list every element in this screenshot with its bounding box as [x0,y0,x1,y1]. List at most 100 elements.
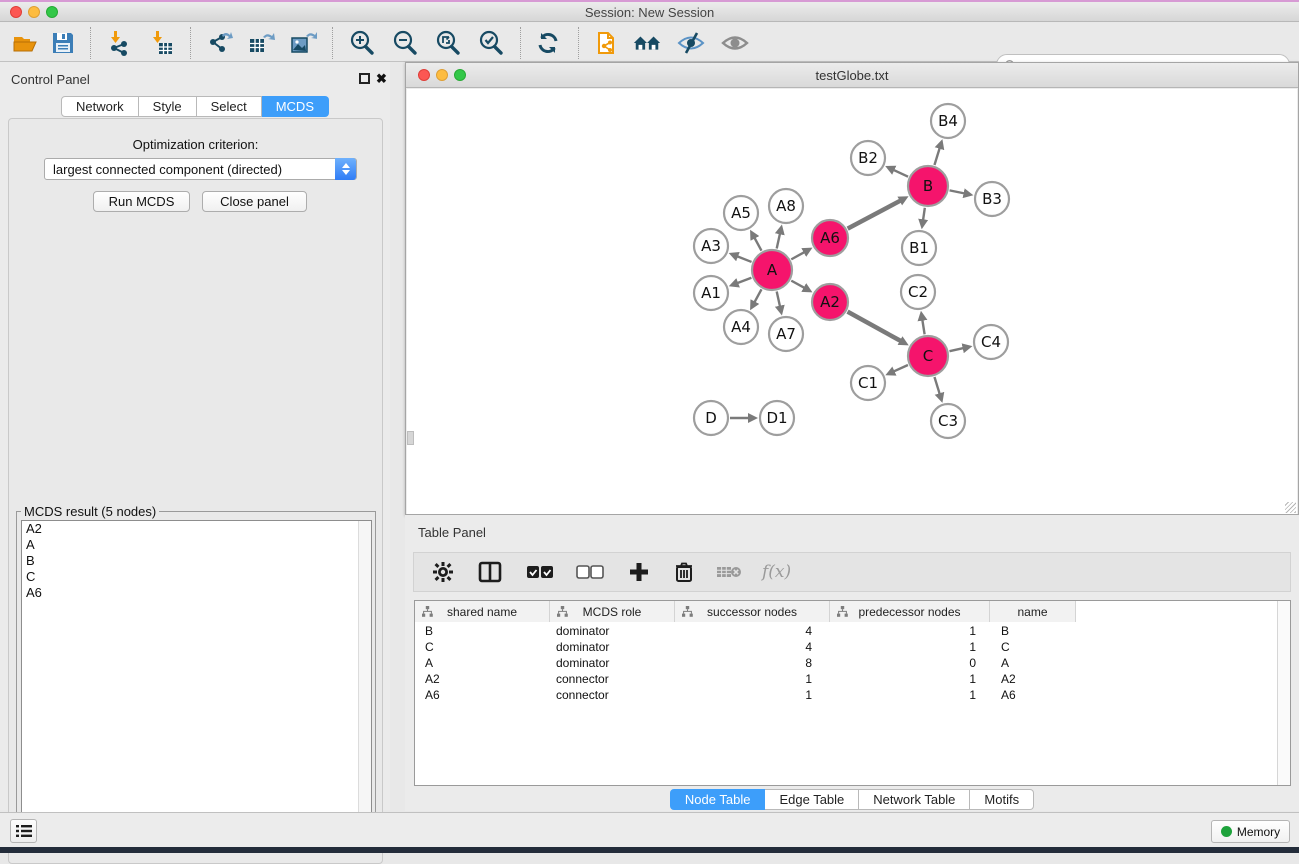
cell-name: B [990,624,1076,638]
network-window-titlebar[interactable]: testGlobe.txt [406,63,1298,88]
close-panel-icon[interactable]: ✖ [376,71,387,87]
column-header-predecessor-nodes[interactable]: predecessor nodes [830,601,990,622]
node-label-A3: A3 [701,237,721,255]
desktop-background-strip [0,847,1299,853]
network-graph[interactable]: B4B2BB3A8A5A6A3B1AA1C2A2A4A7C4CC1C3DD1 [407,89,1297,514]
result-list-item[interactable]: B [22,553,371,569]
edge-C-C1[interactable] [893,365,908,372]
zoom-out-icon[interactable] [390,28,420,58]
edge-A-A6[interactable] [791,252,805,260]
float-panel-icon[interactable] [359,73,370,84]
edge-B-B1[interactable] [923,208,925,222]
houses-icon[interactable] [632,28,662,58]
open-folder-icon[interactable] [10,28,40,58]
node-label-A7: A7 [776,325,796,343]
table-scrollbar[interactable] [1277,601,1290,785]
table-tab-motifs[interactable]: Motifs [970,789,1034,810]
memory-button[interactable]: Memory [1211,820,1290,843]
node-table[interactable]: shared nameMCDS rolesuccessor nodesprede… [414,600,1291,786]
tab-network[interactable]: Network [61,96,139,117]
zoom-in-icon[interactable] [347,28,377,58]
tab-style[interactable]: Style [139,96,197,117]
run-mcds-button[interactable]: Run MCDS [93,191,190,212]
edge-A-A1[interactable] [736,278,751,284]
delete-table-icon[interactable] [716,559,742,585]
network-canvas[interactable]: B4B2BB3A8A5A6A3B1AA1C2A2A4A7C4CC1C3DD1 [407,89,1297,514]
result-list-item[interactable]: A [22,537,371,553]
canvas-scrollbar-stub[interactable] [407,431,414,445]
edge-B-B3[interactable] [950,190,966,193]
mcds-result-list[interactable]: A2ABCA6 [21,520,372,846]
result-list-item[interactable]: A2 [22,521,371,537]
edge-A-A7[interactable] [777,291,781,307]
column-header-successor-nodes[interactable]: successor nodes [675,601,830,622]
refresh-view-icon[interactable] [533,28,563,58]
select-stepper-icon [335,158,356,180]
settings-gear-icon[interactable] [432,559,454,585]
zoom-fit-icon[interactable] [433,28,463,58]
node-label-C3: C3 [938,412,958,430]
tab-select[interactable]: Select [197,96,262,117]
import-network-icon[interactable] [104,28,134,58]
edge-A-A5[interactable] [754,237,762,251]
node-label-A5: A5 [731,204,751,222]
select-all-checkboxes-icon[interactable] [526,559,554,585]
edge-A-A2[interactable] [791,281,805,289]
toggle-columns-icon[interactable] [478,559,502,585]
table-row[interactable]: A2connector11A2 [415,671,1276,687]
import-table-icon[interactable] [146,28,176,58]
edge-A-A3[interactable] [736,256,751,262]
cell-successor-nodes: 4 [675,640,830,654]
node-label-A1: A1 [701,284,721,302]
edge-B-B2[interactable] [892,169,908,176]
table-tab-node-table[interactable]: Node Table [670,789,766,810]
deselect-all-checkboxes-icon[interactable] [576,559,604,585]
table-tab-edge-table[interactable]: Edge Table [765,789,859,810]
cell-shared-name: A6 [415,688,550,702]
window-resize-handle[interactable] [1285,502,1296,513]
export-image-icon[interactable] [288,28,318,58]
edge-C-C3[interactable] [934,377,940,395]
edge-C-C4[interactable] [949,348,964,351]
cell-name: C [990,640,1076,654]
control-panel-tabs: NetworkStyleSelectMCDS [61,96,329,117]
optimization-criterion-select[interactable]: largest connected component (directed) [44,158,357,180]
result-list-item[interactable]: A6 [22,585,371,601]
eye-slash-icon[interactable] [676,28,706,58]
zoom-selected-icon[interactable] [476,28,506,58]
export-table-icon[interactable] [246,28,276,58]
result-list-scrollbar[interactable] [358,521,371,845]
table-row[interactable]: Adominator80A [415,655,1276,671]
cell-MCDS-role: dominator [550,656,675,670]
node-label-A4: A4 [731,318,751,336]
function-builder-icon[interactable]: f(x) [762,559,791,585]
task-history-button[interactable] [10,819,37,843]
column-header-name[interactable]: name [990,601,1076,622]
edge-A-A8[interactable] [777,232,781,248]
cell-name: A [990,656,1076,670]
cell-MCDS-role: connector [550,672,675,686]
save-icon[interactable] [48,28,78,58]
tab-mcds[interactable]: MCDS [262,96,329,117]
close-panel-button[interactable]: Close panel [202,191,307,212]
edge-A-A4[interactable] [754,289,762,303]
table-tab-network-table[interactable]: Network Table [859,789,970,810]
table-row[interactable]: A6connector11A6 [415,687,1276,703]
result-list-item[interactable]: C [22,569,371,585]
eye-icon[interactable] [720,28,750,58]
table-tabs: Node TableEdge TableNetwork TableMotifs [670,789,1034,810]
window-title: Session: New Session [0,5,1299,20]
memory-status-icon [1221,826,1232,837]
edge-B-B4[interactable] [934,147,940,165]
column-header-shared-name[interactable]: shared name [415,601,550,622]
table-row[interactable]: Bdominator41B [415,623,1276,639]
table-row[interactable]: Cdominator41C [415,639,1276,655]
column-header-MCDS-role[interactable]: MCDS role [550,601,675,622]
add-row-icon[interactable] [628,559,650,585]
edge-A6-B[interactable] [848,200,902,229]
network-document-icon[interactable] [592,28,622,58]
edge-A2-C[interactable] [848,312,902,342]
delete-row-icon[interactable] [674,559,694,585]
export-network-icon[interactable] [204,28,234,58]
edge-C-C2[interactable] [922,319,924,335]
